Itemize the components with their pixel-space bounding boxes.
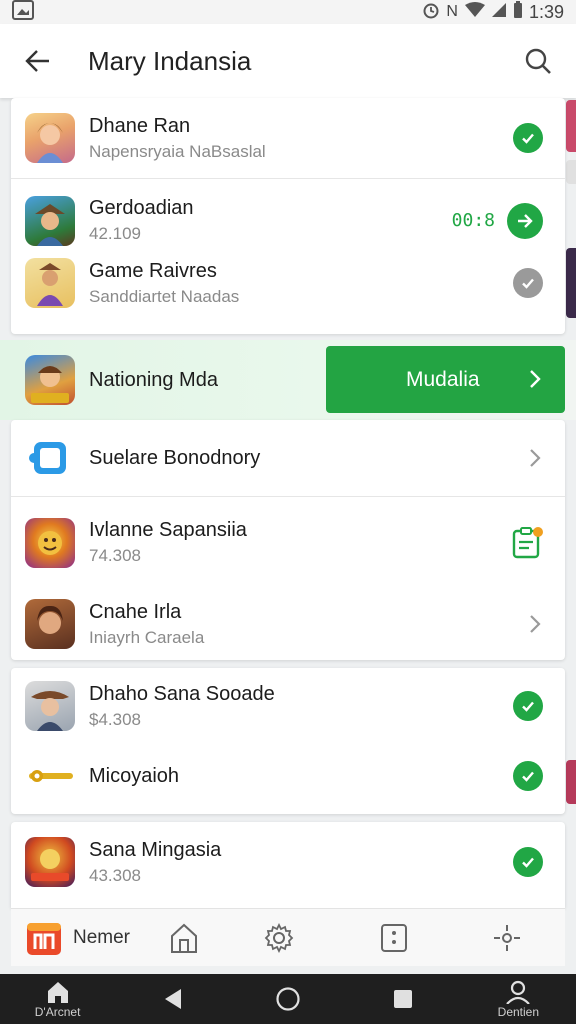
edge-peek	[566, 160, 576, 184]
app-subtitle: Napensryaia NaBsaslal	[89, 141, 266, 161]
crosshair-icon	[494, 924, 520, 951]
app-title: Cnahe Irla	[89, 600, 182, 623]
more-tab[interactable]	[339, 923, 449, 953]
back-triangle-icon	[164, 989, 181, 1009]
featured-cta-button[interactable]: Mudalia	[326, 346, 565, 413]
list-item[interactable]: Sana Mingasia 43.308	[11, 822, 565, 902]
list-item[interactable]: Dhane Ran Napensryaia NaBsaslal	[11, 98, 565, 178]
chevron-right-icon	[530, 449, 541, 467]
app-title: Dhane Ran	[89, 114, 191, 137]
arrow-left-icon	[25, 50, 49, 72]
app-title: Micoyaioh	[89, 765, 180, 787]
square-icon	[394, 990, 413, 1008]
alarm-icon	[422, 1, 440, 24]
edge-peek	[566, 248, 576, 318]
arrow-right-icon	[518, 213, 533, 228]
store-logo-icon	[27, 922, 61, 955]
app-icon	[25, 113, 75, 163]
check-icon	[513, 761, 543, 791]
search-icon	[525, 48, 551, 74]
home-icon	[47, 981, 68, 1003]
nav-profile-label: Dentien	[497, 1004, 540, 1019]
search-button[interactable]	[518, 41, 558, 81]
signal-icon	[491, 2, 507, 23]
app-bar: Mary Indansia	[0, 24, 576, 98]
nav-back-button[interactable]	[133, 987, 213, 1011]
edge-peek	[566, 760, 576, 804]
system-nav-bar: D'Arcnet Dentien	[0, 974, 576, 1024]
app-subtitle: 74.308	[89, 546, 141, 565]
more-vertical-icon	[381, 923, 407, 952]
list-item[interactable]: Cnahe Irla Iniayrh Caraela	[11, 588, 565, 660]
app-subtitle: Iniayrh Caraela	[89, 627, 205, 647]
clipboard-icon[interactable]	[511, 526, 543, 560]
n-indicator: N	[446, 3, 459, 20]
chevron-right-icon	[530, 370, 541, 388]
battery-icon	[513, 0, 523, 24]
app-title: Suelare Bonodnory	[89, 447, 261, 469]
app-icon	[25, 195, 75, 246]
app-icon	[25, 517, 75, 568]
list-item[interactable]: Micoyaioh	[11, 744, 565, 808]
nav-home-button[interactable]: D'Arcnet	[18, 980, 98, 1019]
check-icon	[513, 691, 543, 721]
home-tab[interactable]	[149, 922, 219, 954]
nav-recents-button[interactable]	[363, 988, 443, 1010]
nemer-tab[interactable]: Nemer	[11, 921, 149, 955]
check-icon	[513, 123, 543, 153]
nemer-label: Nemer	[73, 926, 131, 948]
status-bar: N 1:39	[0, 0, 576, 24]
featured-cta-label: Mudalia	[406, 367, 480, 391]
screenshot-icon	[12, 0, 34, 25]
app-card: Suelare Bonodnory Ivlanne Sapansiia 74.3…	[11, 420, 565, 660]
app-card: Sana Mingasia 43.308	[11, 822, 565, 908]
list-item[interactable]: Suelare Bonodnory	[11, 420, 565, 496]
edge-peek	[566, 100, 576, 152]
app-icon	[25, 837, 75, 887]
status-time: 1:39	[528, 1, 564, 22]
app-icon	[25, 599, 75, 649]
list-item[interactable]: Dhaho Sana Sooade $4.308	[11, 668, 565, 744]
check-icon	[513, 268, 543, 298]
app-icon	[25, 681, 75, 731]
app-icon	[25, 258, 75, 308]
app-icon	[25, 433, 75, 483]
home-icon	[171, 923, 197, 953]
gear-icon	[264, 922, 294, 953]
app-subtitle: 43.308	[89, 865, 141, 885]
list-item[interactable]: Game Raivres Sanddiartet Naadas	[11, 250, 565, 316]
nav-home-label: D'Arcnet	[34, 1004, 81, 1019]
app-title: Dhaho Sana Sooade	[89, 682, 275, 705]
chevron-right-icon	[530, 615, 541, 633]
page-title: Mary Indansia	[88, 45, 252, 76]
app-subtitle: Sanddiartet Naadas	[89, 286, 240, 306]
wifi-icon	[464, 1, 485, 23]
app-icon	[25, 751, 75, 801]
person-icon	[506, 980, 531, 1004]
app-subtitle: $4.308	[89, 709, 141, 729]
app-title: Sana Mingasia	[89, 838, 222, 861]
list-item[interactable]: Ivlanne Sapansiia 74.308	[11, 496, 565, 588]
nav-home-circle-button[interactable]	[248, 986, 328, 1012]
back-button[interactable]	[18, 41, 58, 81]
bottom-toolbar: Nemer	[11, 908, 565, 966]
app-title: Ivlanne Sapansiia	[89, 519, 247, 541]
location-tab[interactable]	[449, 923, 565, 953]
settings-tab[interactable]	[219, 922, 339, 953]
nav-profile-button[interactable]: Dentien	[478, 980, 558, 1019]
app-card: Dhane Ran Napensryaia NaBsaslal Gerdoadi…	[11, 98, 565, 334]
circle-icon	[276, 987, 300, 1011]
app-card: Dhaho Sana Sooade $4.308 Micoyaioh	[11, 668, 565, 814]
app-icon	[25, 355, 75, 405]
timer-label: 00:8	[451, 210, 495, 231]
app-title: Game Raivres	[89, 259, 217, 282]
go-button[interactable]	[507, 202, 543, 239]
check-icon	[513, 847, 543, 877]
